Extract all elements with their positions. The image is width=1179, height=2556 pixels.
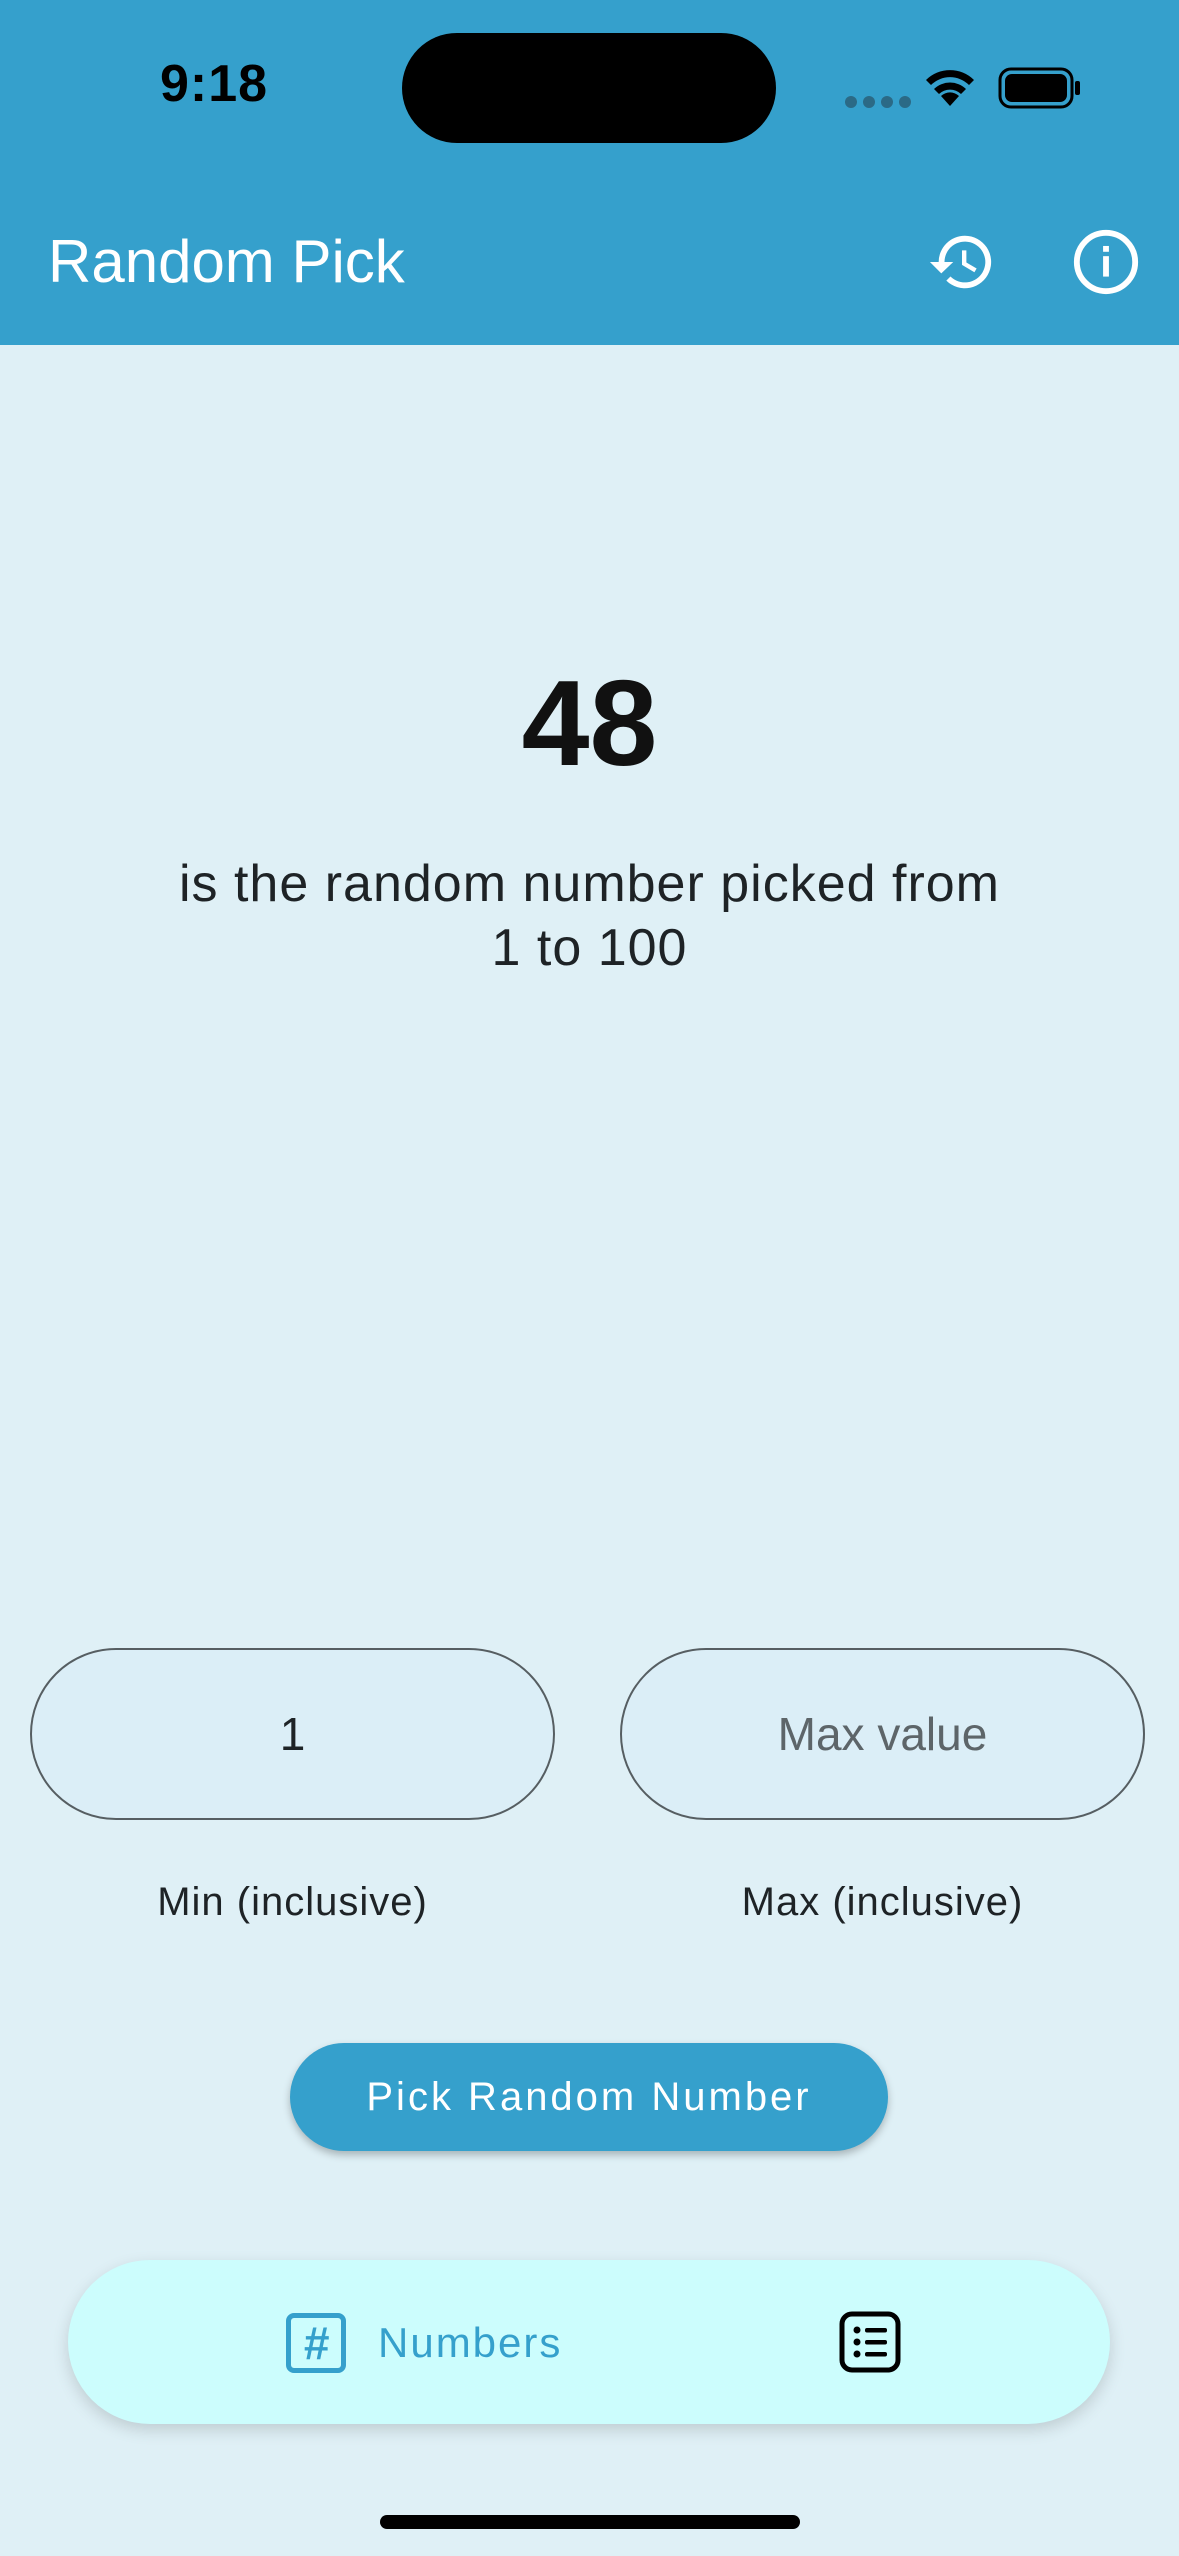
min-field[interactable]	[30, 1648, 555, 1820]
home-indicator[interactable]	[380, 2515, 800, 2529]
nav-item-list[interactable]	[838, 2310, 902, 2374]
history-button[interactable]	[922, 222, 1002, 302]
result-description: is the random number picked from 1 to 10…	[90, 852, 1089, 980]
result-number: 48	[521, 655, 658, 791]
battery-icon	[998, 67, 1082, 114]
pick-random-number-button[interactable]: Pick Random Number	[290, 2043, 888, 2151]
result-description-line: is the random number picked from	[178, 855, 1000, 913]
bottom-nav: # Numbers	[68, 2260, 1110, 2424]
history-icon	[929, 235, 992, 289]
max-label: Max (inclusive)	[741, 1880, 1024, 1924]
max-input[interactable]	[672, 1706, 1093, 1762]
page-title: Random Pick	[48, 228, 405, 295]
list-icon	[839, 2311, 901, 2373]
result-range: 1 to 100	[491, 919, 688, 977]
nav-item-numbers[interactable]: # Numbers	[286, 2308, 562, 2378]
status-time: 9:18	[160, 55, 269, 113]
info-icon	[1073, 229, 1139, 295]
app-bar: 9:18 Random Pick	[0, 0, 1179, 345]
dynamic-island	[402, 33, 776, 143]
hash-icon: #	[286, 2313, 346, 2373]
min-input[interactable]	[82, 1706, 503, 1762]
nav-item-label: Numbers	[378, 2319, 563, 2366]
min-label: Min (inclusive)	[157, 1880, 428, 1924]
info-button[interactable]	[1066, 222, 1146, 302]
wifi-icon	[920, 64, 980, 113]
max-field[interactable]	[620, 1648, 1145, 1820]
